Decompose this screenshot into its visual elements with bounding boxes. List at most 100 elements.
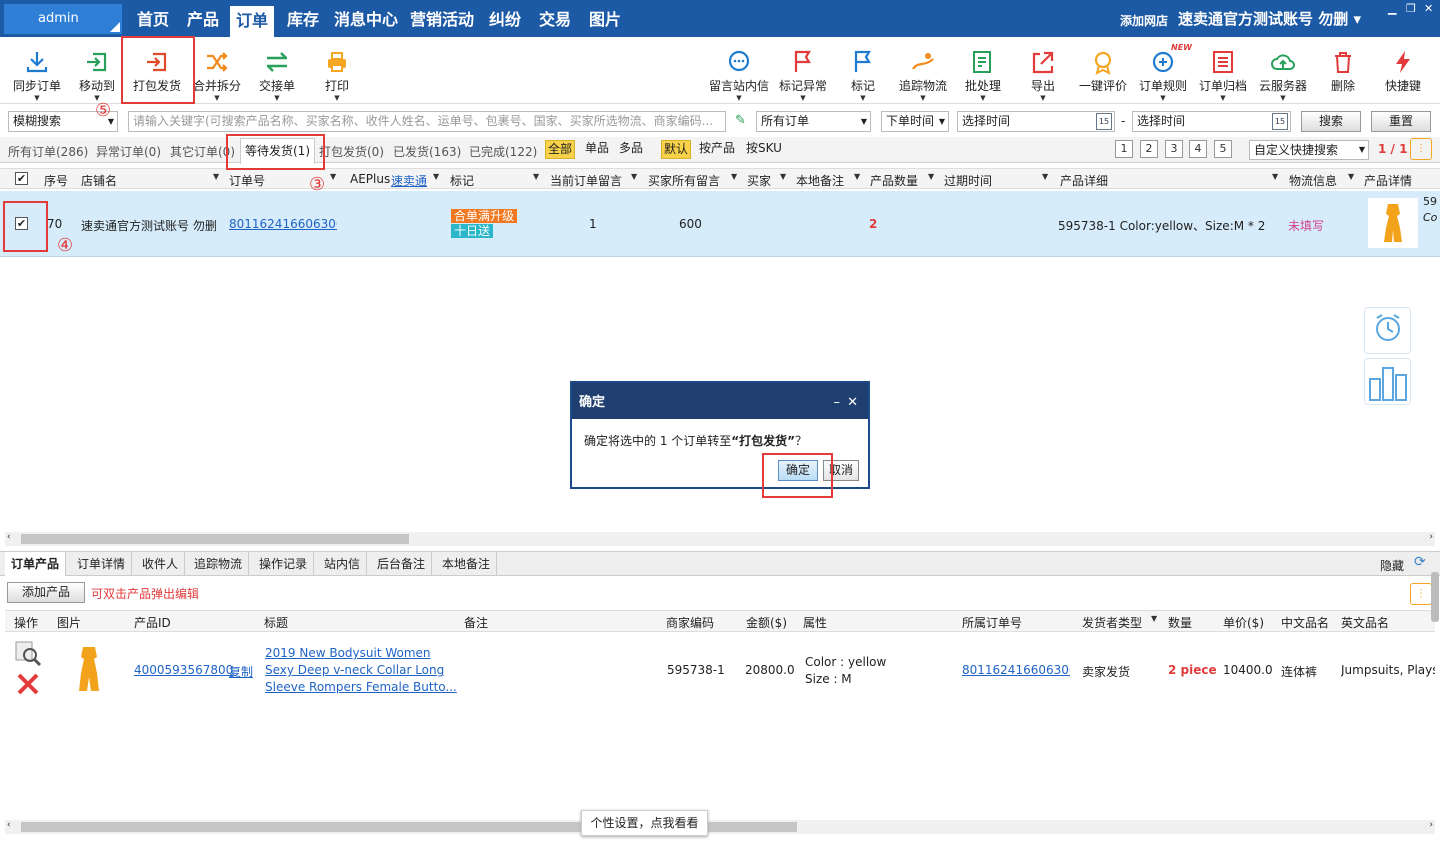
dialog-close-icon[interactable]: ✕ (847, 383, 858, 423)
col-local-note[interactable]: 本地备注 (796, 172, 844, 189)
col-all-messages[interactable]: 买家所有留言 (648, 172, 720, 189)
tab-shipped[interactable]: 已发货(163) (393, 143, 461, 160)
nav-messages[interactable]: 消息中心 (334, 9, 398, 31)
col-buyer[interactable]: 买家 (747, 172, 771, 189)
tab-order-details[interactable]: 订单详情 (71, 552, 133, 576)
calendar-icon[interactable]: 15 (1096, 113, 1112, 130)
aliexpress-link[interactable]: 速卖通 (391, 172, 427, 189)
products-horizontal-scrollbar[interactable]: ‹ › (5, 820, 1435, 834)
sort-icon[interactable]: ▼ (1348, 172, 1354, 181)
handover-button[interactable]: 交接单 ▼ (245, 49, 309, 102)
magnifier-icon[interactable] (14, 640, 42, 668)
select-all-checkbox[interactable]: ✔ (15, 172, 28, 185)
start-time-input[interactable]: 选择时间 15 (957, 111, 1115, 132)
table-row[interactable]: 4000593567800 复制 2019 New Bodysuit Women… (5, 633, 1435, 709)
nav-disputes[interactable]: 纠纷 (489, 9, 521, 31)
nav-orders[interactable]: 订单 (230, 6, 275, 37)
page-1[interactable]: 1 (1115, 140, 1133, 158)
order-number-link[interactable]: 8011624166063062 (229, 217, 337, 231)
order-rules-button[interactable]: NEW 订单规则 ▼ (1131, 43, 1195, 102)
sort-icon[interactable]: ▼ (731, 172, 737, 181)
delete-button[interactable]: 删除 (1311, 49, 1375, 94)
user-menu[interactable]: admin (4, 4, 122, 34)
tab-completed[interactable]: 已完成(122) (469, 143, 537, 160)
sort-icon[interactable]: ▼ (433, 172, 439, 181)
page-3[interactable]: 3 (1165, 140, 1183, 158)
col-seq[interactable]: 序号 (44, 172, 68, 189)
sort-icon[interactable]: ▼ (213, 172, 219, 181)
page-2[interactable]: 2 (1140, 140, 1158, 158)
batch-button[interactable]: 批处理 ▼ (951, 49, 1015, 102)
hide-panel-link[interactable]: 隐藏 (1380, 557, 1404, 574)
filter-multi[interactable]: 多品 (617, 140, 645, 159)
time-type-select[interactable]: 下单时间 ▼ (881, 111, 949, 132)
mark-button[interactable]: 标记 ▼ (831, 49, 895, 102)
product-thumbnail[interactable] (1368, 198, 1418, 248)
page-5[interactable]: 5 (1214, 140, 1232, 158)
message-button[interactable]: 留言站内信 ▼ (706, 49, 772, 102)
parent-order-link[interactable]: 8011624166063062 (962, 663, 1070, 677)
sort-icon[interactable]: ▼ (1151, 614, 1157, 623)
nav-trades[interactable]: 交易 (539, 9, 571, 31)
col-product-detail[interactable]: 产品详细 (1060, 172, 1108, 189)
archive-button[interactable]: 订单归档 ▼ (1191, 49, 1255, 102)
search-input[interactable]: 请输入关键字(可搜索产品名称、买家名称、收件人姓名、运单号、包裹号、国家、买家所… (128, 111, 726, 132)
tab-local-note[interactable]: 本地备注 (436, 552, 498, 576)
product-image[interactable] (65, 643, 113, 695)
product-id-link[interactable]: 4000593567800 (134, 663, 233, 677)
one-click-review-button[interactable]: 一键评价 (1071, 49, 1135, 94)
settings-sliders-icon[interactable]: ⫶ (1410, 583, 1432, 605)
sort-icon[interactable]: ▼ (631, 172, 637, 181)
personal-settings-tooltip[interactable]: 个性设置，点我看看 (581, 810, 708, 836)
export-button[interactable]: 导出 ▼ (1011, 49, 1075, 102)
nav-marketing[interactable]: 营销活动 (410, 9, 474, 31)
track-logistics-button[interactable]: 追踪物流 ▼ (891, 49, 955, 102)
sort-by-sku[interactable]: 按SKU (744, 140, 784, 159)
product-title-line1[interactable]: 2019 New Bodysuit Women (265, 646, 431, 660)
sort-default[interactable]: 默认 (661, 140, 692, 159)
nav-home[interactable]: 首页 (137, 9, 169, 31)
table-horizontal-scrollbar[interactable]: ‹ › (5, 532, 1435, 546)
nav-images[interactable]: 图片 (589, 9, 621, 31)
col-logistics[interactable]: 物流信息 (1289, 172, 1337, 189)
order-filter-select[interactable]: 所有订单 ▼ (756, 111, 871, 132)
end-time-input[interactable]: 选择时间 15 (1132, 111, 1291, 132)
move-to-button[interactable]: 移动到 ▼ (65, 49, 129, 102)
add-product-button[interactable]: 添加产品 (7, 582, 85, 603)
col-current-message[interactable]: 当前订单留言 (550, 172, 622, 189)
calendar-icon[interactable]: 15 (1272, 113, 1288, 130)
tab-exception-orders[interactable]: 异常订单(0) (96, 143, 161, 160)
nav-products[interactable]: 产品 (187, 9, 219, 31)
col-expire-time[interactable]: 过期时间 (944, 172, 992, 189)
product-title-line2[interactable]: Sexy Deep v-neck Collar Long (265, 663, 444, 677)
sort-icon[interactable]: ▼ (533, 172, 539, 181)
col-product-info[interactable]: 产品详情 (1364, 172, 1412, 189)
sync-orders-button[interactable]: 同步订单 ▼ (5, 49, 69, 102)
product-title-line3[interactable]: Sleeve Rompers Female Butto... (265, 680, 457, 694)
tab-operation-log[interactable]: 操作记录 (253, 552, 315, 576)
tab-order-products[interactable]: 订单产品 (5, 552, 67, 576)
minimize-icon[interactable]: ▁ (1388, 2, 1396, 15)
account-selector[interactable]: 速卖通官方测试账号 勿删 ▾ (1178, 8, 1361, 29)
filter-single[interactable]: 单品 (583, 140, 611, 159)
table-row[interactable]: ✔ 70 速卖通官方测试账号 勿删 8011624166063062 合单满升级… (0, 191, 1440, 257)
sort-icon[interactable]: ▼ (928, 172, 934, 181)
restore-icon[interactable]: ❐ (1406, 2, 1416, 15)
col-order-no[interactable]: 订单号 (229, 172, 265, 189)
col-shop[interactable]: 店铺名 (81, 172, 117, 189)
alarm-button[interactable] (1364, 307, 1411, 354)
vertical-scrollbar[interactable] (1431, 572, 1439, 622)
sort-icon[interactable]: ▼ (330, 172, 336, 181)
print-button[interactable]: 打印 ▼ (305, 49, 369, 102)
sort-by-product[interactable]: 按产品 (697, 140, 737, 159)
mark-exception-button[interactable]: 标记异常 ▼ (771, 49, 835, 102)
page-4[interactable]: 4 (1189, 140, 1207, 158)
tab-all-orders[interactable]: 所有订单(286) (8, 143, 88, 160)
tab-recipient[interactable]: 收件人 (136, 552, 186, 576)
tab-tracking[interactable]: 追踪物流 (188, 552, 250, 576)
stats-button[interactable] (1364, 358, 1411, 405)
col-aeplus[interactable]: AEPlus (350, 172, 390, 186)
tab-backend-note[interactable]: 后台备注 (371, 552, 433, 576)
copy-link[interactable]: 复制 (229, 663, 253, 680)
refresh-icon[interactable]: ⟳ (1414, 554, 1426, 570)
